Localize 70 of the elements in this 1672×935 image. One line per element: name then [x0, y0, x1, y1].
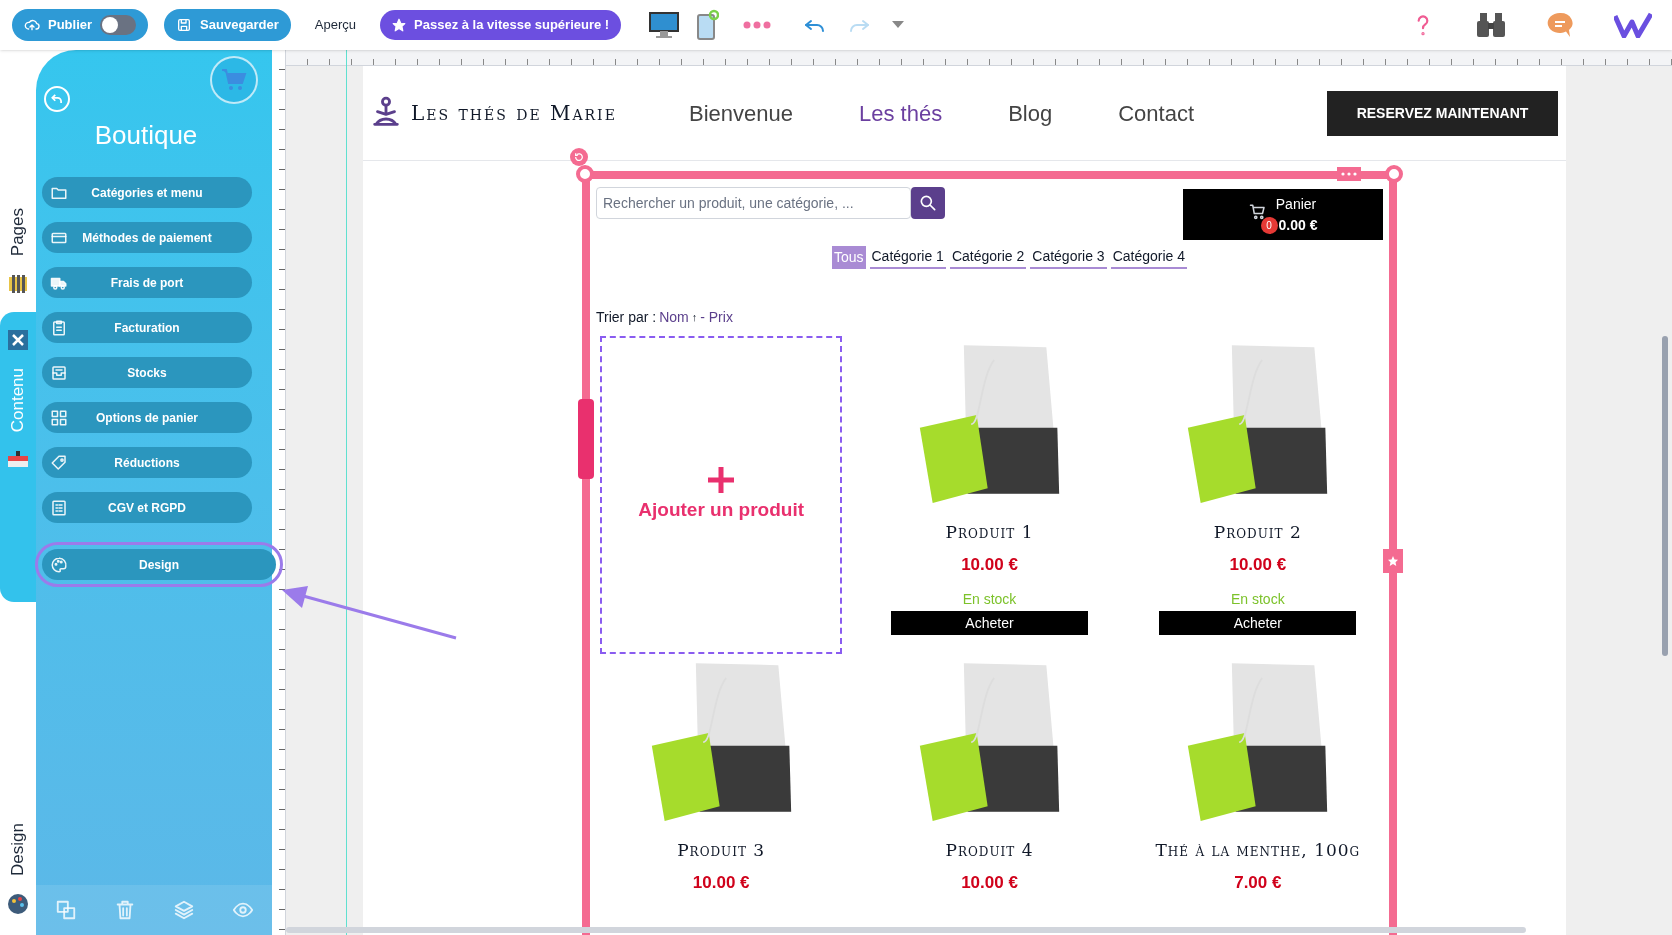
cart-icon	[1248, 202, 1267, 221]
toggle-switch[interactable]	[100, 15, 137, 35]
panel-title: Boutique	[93, 119, 199, 152]
tag-icon	[50, 453, 68, 472]
add-product-label: Ajouter un produit	[638, 497, 804, 522]
product-price: 10.00 €	[961, 871, 1018, 894]
books-icon[interactable]	[6, 272, 30, 296]
category-tab[interactable]: Catégorie 2	[949, 246, 1027, 269]
product-name[interactable]: Thé à la menthe, 100g	[1155, 838, 1361, 864]
palette-icon[interactable]	[6, 892, 30, 916]
product-price: 10.00 €	[692, 871, 750, 894]
scrollbar[interactable]	[286, 927, 1526, 933]
close-icon[interactable]	[6, 328, 30, 352]
binoculars-icon[interactable]	[1476, 12, 1506, 38]
tablet-icon[interactable]	[695, 9, 720, 41]
nav-link[interactable]: Les thés	[859, 96, 943, 130]
cart-count-badge: 0	[1260, 216, 1278, 234]
checklist-icon	[50, 498, 68, 517]
nav-link[interactable]: Blog	[1008, 96, 1053, 130]
product-name[interactable]: Produit 4	[945, 838, 1034, 864]
preview-link[interactable]: Aperçu	[306, 15, 365, 35]
cart-label: Panier	[1275, 194, 1317, 214]
layers-icon[interactable]	[172, 899, 195, 921]
category-tab[interactable]: Catégorie 3	[1030, 246, 1107, 269]
upgrade-button[interactable]: Passez à la vitesse supérieure !	[380, 10, 622, 40]
product-price: 10.00 €	[961, 553, 1018, 576]
grid-icon	[50, 408, 68, 427]
desktop-icon[interactable]	[649, 11, 680, 39]
product-name[interactable]: Produit 3	[677, 838, 766, 864]
site-logo-text[interactable]: Les thés de Marie	[411, 98, 617, 128]
category-tab[interactable]: Catégorie 1	[869, 246, 946, 269]
side-tab[interactable]: Design	[5, 823, 31, 876]
sort-direction-link[interactable]: ↑	[691, 309, 698, 326]
cart-panel[interactable]: Panier 0 0.00 €	[1183, 189, 1383, 240]
cart-total: 0.00 €	[1278, 215, 1318, 235]
buy-button[interactable]: Acheter	[1159, 611, 1357, 635]
search-field[interactable]: Rechercher un produit, une catégorie, ...	[596, 187, 911, 219]
back-icon[interactable]	[44, 86, 70, 112]
clipboard-icon	[50, 318, 68, 337]
add-product-area[interactable]: Ajouter un produit	[600, 336, 843, 654]
nav-link[interactable]: Contact	[1118, 96, 1195, 130]
chat-icon[interactable]	[1546, 11, 1574, 39]
sort-label: Trier par :	[596, 308, 657, 327]
stock-status: En stock	[1230, 590, 1285, 609]
more-icon[interactable]	[743, 21, 772, 29]
buy-button[interactable]: Acheter	[891, 611, 1088, 635]
scrollbar[interactable]	[1662, 336, 1668, 656]
sort-link[interactable]: - Prix	[700, 307, 733, 328]
product-price: 10.00 €	[1229, 553, 1287, 576]
product-name[interactable]: Produit 2	[1213, 520, 1302, 546]
tray-icon	[50, 363, 68, 382]
category-tab[interactable]: Catégorie 4	[1110, 246, 1188, 269]
product-price: 7.00 €	[1234, 871, 1282, 894]
plus-icon[interactable]	[707, 465, 736, 494]
dropdown-caret-icon[interactable]	[891, 20, 906, 30]
cloud-upload-icon	[24, 17, 40, 33]
nav-link[interactable]: Bienvenue	[689, 96, 793, 130]
search-icon[interactable]	[911, 187, 945, 219]
side-grip-handle[interactable]	[578, 399, 594, 479]
stock-status: En stock	[962, 590, 1017, 609]
side-tab[interactable]: Pages	[5, 207, 31, 256]
copy-icon[interactable]	[54, 899, 77, 921]
star-icon	[392, 18, 407, 32]
cart-icon[interactable]	[210, 56, 258, 104]
sort-link[interactable]: Nom	[659, 307, 689, 328]
product-name[interactable]: Produit 1	[945, 520, 1034, 546]
logo-icon[interactable]	[1614, 12, 1652, 38]
palette-icon	[50, 555, 68, 574]
rotate-icon[interactable]	[570, 148, 588, 166]
reserve-button[interactable]: RESERVEZ MAINTENANT	[1327, 90, 1558, 136]
